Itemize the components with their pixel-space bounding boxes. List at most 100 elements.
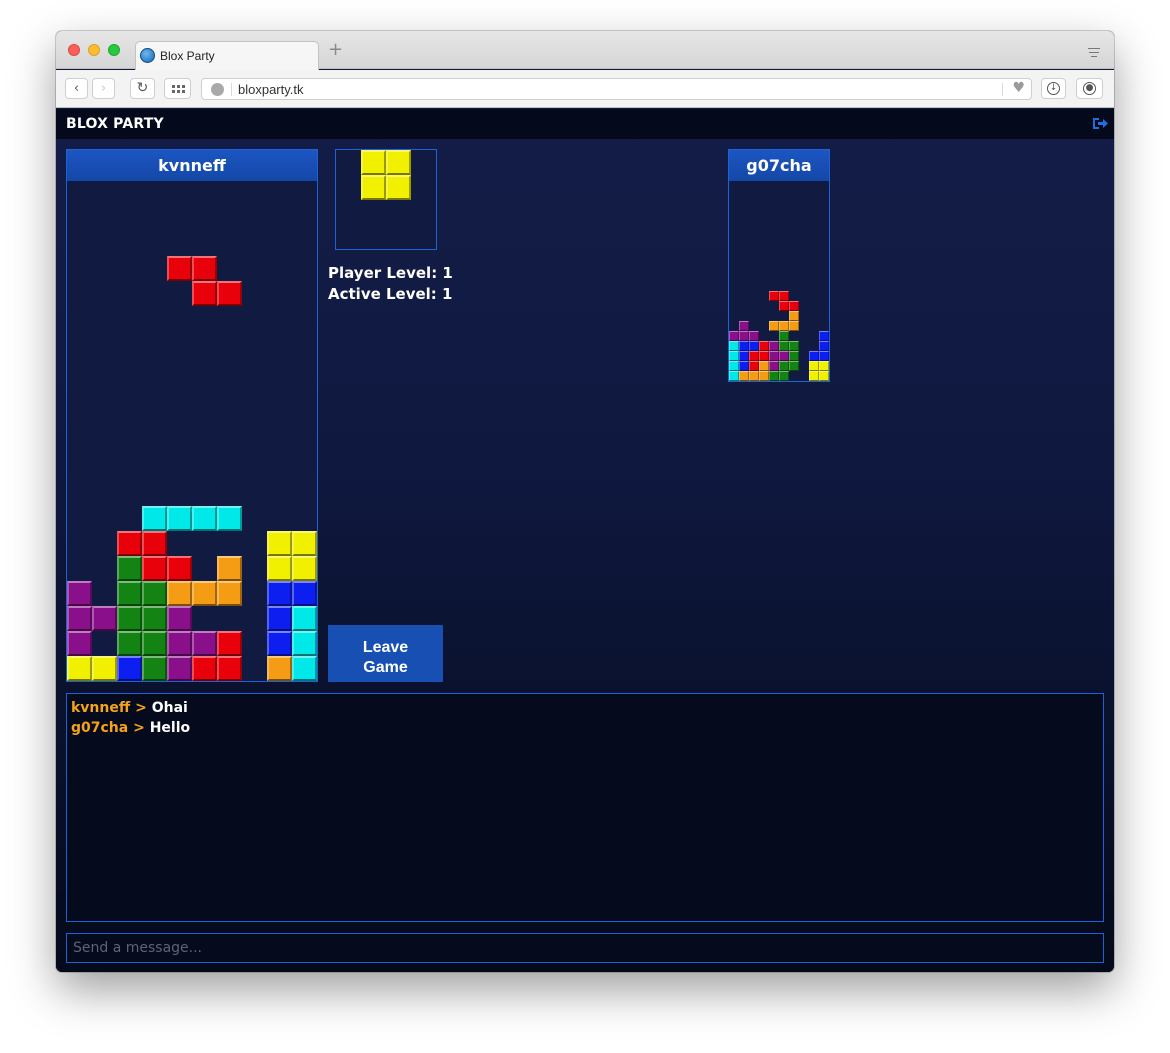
block-green <box>142 606 167 631</box>
block-red <box>749 351 759 361</box>
block-purple <box>192 631 217 656</box>
globe-icon <box>140 48 155 63</box>
block-green <box>117 606 142 631</box>
block-green <box>142 581 167 606</box>
block-cyan <box>729 371 739 381</box>
block-red <box>117 531 142 556</box>
block-green <box>142 631 167 656</box>
block-orange <box>267 656 292 681</box>
block-orange <box>759 361 769 371</box>
block-purple <box>769 341 779 351</box>
close-window-button[interactable] <box>68 44 80 56</box>
chat-message: kvnneff > Ohai <box>71 698 1099 718</box>
block-purple <box>769 361 779 371</box>
new-tab-button[interactable]: + <box>328 41 343 59</box>
block-cyan <box>292 656 317 681</box>
block-orange <box>759 371 769 381</box>
block-cyan <box>192 506 217 531</box>
leave-game-button[interactable]: Leave Game <box>328 625 443 682</box>
chat-text: Ohai <box>151 700 188 716</box>
player-board: kvnneff <box>66 149 318 682</box>
back-button[interactable]: ‹ <box>65 78 88 99</box>
block-yellow <box>267 531 292 556</box>
tab-menu-icon[interactable] <box>1088 48 1100 58</box>
block-purple <box>769 351 779 361</box>
block-red <box>142 556 167 581</box>
block-green <box>789 341 799 351</box>
block-red <box>779 291 789 301</box>
heart-icon[interactable]: ♥ <box>1012 80 1025 96</box>
block-red <box>217 281 242 306</box>
zoom-window-button[interactable] <box>108 44 120 56</box>
block-yellow <box>819 361 829 371</box>
opponent-name: g07cha <box>729 150 829 181</box>
block-blue <box>292 581 317 606</box>
block-orange <box>749 371 759 381</box>
block-red <box>759 351 769 361</box>
block-red <box>217 631 242 656</box>
block-purple <box>67 631 92 656</box>
block-cyan <box>292 606 317 631</box>
tab-bar: Blox Party + <box>56 31 1114 70</box>
block-green <box>142 656 167 681</box>
block-cyan <box>729 341 739 351</box>
chat-message-input[interactable] <box>66 933 1104 963</box>
block-green <box>117 631 142 656</box>
block-orange <box>789 311 799 321</box>
chat-text: Hello <box>149 720 191 736</box>
block-blue <box>809 351 819 361</box>
block-orange <box>192 581 217 606</box>
block-cyan <box>729 361 739 371</box>
profile-button[interactable]: ● <box>1076 78 1103 99</box>
site-info-icon[interactable] <box>211 83 224 96</box>
download-icon: ↓ <box>1047 82 1060 95</box>
block-purple <box>167 631 192 656</box>
block-cyan <box>729 351 739 361</box>
block-red <box>142 531 167 556</box>
chat-message: g07cha > Hello <box>71 718 1099 738</box>
block-yellow <box>267 556 292 581</box>
app-title: BLOX PARTY <box>66 116 164 132</box>
block-yellow <box>809 361 819 371</box>
apps-grid-icon <box>172 85 185 93</box>
block-purple <box>739 331 749 341</box>
apps-button[interactable] <box>164 78 191 99</box>
block-orange <box>739 371 749 381</box>
block-red <box>167 256 192 281</box>
block-purple <box>739 321 749 331</box>
block-orange <box>167 581 192 606</box>
chevron-left-icon: ‹ <box>73 81 80 96</box>
downloads-button[interactable]: ↓ <box>1041 78 1066 99</box>
block-orange <box>779 321 789 331</box>
app-content: BLOX PARTY kvnneff Player Level: 1 Activ… <box>56 109 1114 972</box>
browser-tab[interactable]: Blox Party <box>135 41 319 70</box>
block-green <box>779 371 789 381</box>
reload-button[interactable]: ↻ <box>130 78 155 99</box>
address-bar[interactable]: bloxparty.tk ♥ <box>201 78 1032 100</box>
block-blue <box>739 361 749 371</box>
block-yellow <box>386 175 411 200</box>
block-yellow <box>361 175 386 200</box>
block-purple <box>67 581 92 606</box>
block-purple <box>67 606 92 631</box>
block-blue <box>267 581 292 606</box>
player-name: kvnneff <box>67 150 317 181</box>
block-red <box>192 256 217 281</box>
block-cyan <box>142 506 167 531</box>
url-text[interactable]: bloxparty.tk <box>238 82 304 97</box>
minimize-window-button[interactable] <box>88 44 100 56</box>
block-blue <box>749 341 759 351</box>
leave-game-label-line2: Game <box>363 658 408 676</box>
block-green <box>789 361 799 371</box>
block-yellow <box>292 531 317 556</box>
forward-button[interactable]: › <box>92 78 115 99</box>
browser-window: Blox Party + ‹ › ↻ bloxparty.tk ♥ ↓ ● BL… <box>56 31 1114 972</box>
user-icon: ● <box>1083 82 1096 95</box>
block-cyan <box>292 631 317 656</box>
block-yellow <box>386 150 411 175</box>
player-level: Player Level: 1 <box>328 264 453 282</box>
block-red <box>769 291 779 301</box>
block-green <box>117 581 142 606</box>
block-green <box>779 331 789 341</box>
logout-icon[interactable] <box>1092 116 1108 131</box>
